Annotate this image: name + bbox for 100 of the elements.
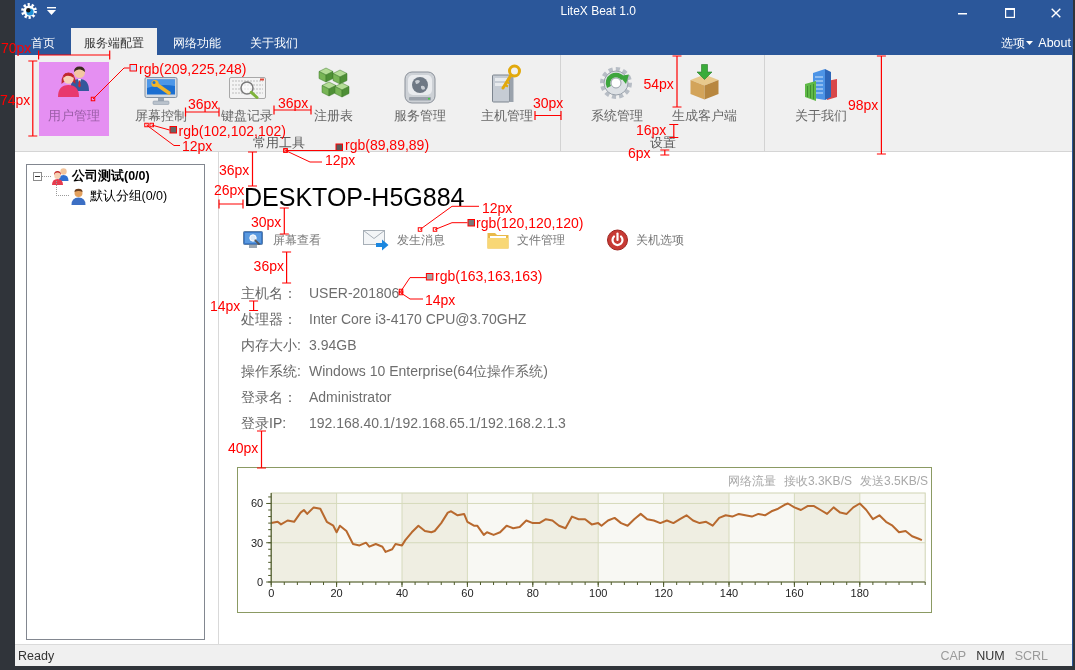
dimension-line <box>534 110 562 121</box>
chart-title: 网络流量 <box>727 473 776 488</box>
cubes-icon <box>316 67 351 98</box>
group-label: 设置 <box>649 136 676 150</box>
tree-item[interactable]: 公司测试(0/0) <box>51 167 150 185</box>
ribbon-button[interactable]: 系统管理 <box>591 65 643 123</box>
axis-tick-label: 30 <box>250 536 264 549</box>
color-code-label: rgb(102,102,102) <box>178 123 286 138</box>
measurement-label: 40px <box>228 441 259 455</box>
measurement-label: 12px <box>482 201 513 215</box>
measurement-label: 26px <box>214 182 245 197</box>
caret-icon <box>1026 40 1034 45</box>
detail-label: 登录名： <box>241 388 298 405</box>
box-download-icon <box>688 64 720 100</box>
detail-value: 3.94GB <box>309 336 357 353</box>
detail-value: USER-201806 <box>309 284 400 301</box>
options-menu[interactable]: 选项 <box>1001 35 1034 50</box>
action-button[interactable]: 关机选项 <box>607 230 684 250</box>
ribbon-button[interactable]: 注册表 <box>314 67 353 123</box>
power-icon <box>607 229 628 251</box>
measurement-label: 70px <box>1 41 32 55</box>
measurement-label: 36px <box>188 97 219 111</box>
detail-label: 主机名： <box>241 284 298 301</box>
axis-tick-label: 100 <box>589 586 608 599</box>
dimension-line <box>256 430 267 469</box>
measurement-label: 16px <box>636 123 667 137</box>
dimension-line <box>247 151 258 187</box>
axis-tick-label: 80 <box>526 586 539 599</box>
measurement-label: 36px <box>219 163 250 177</box>
folder-icon <box>487 231 509 249</box>
key-indicator: SCRL <box>1014 648 1048 663</box>
maximize-icon <box>1004 7 1015 18</box>
detail-label: 登录IP: <box>241 414 288 431</box>
detail-value: Windows 10 Enterprise(64位操作系统) <box>309 362 548 379</box>
globe-drive-icon <box>404 71 436 104</box>
leader-line <box>90 67 130 102</box>
keyboard-magnifier-icon <box>228 77 266 99</box>
axis-tick-label: 160 <box>785 586 804 599</box>
action-button[interactable]: 文件管理 <box>487 230 565 250</box>
minimize-icon <box>958 13 967 15</box>
measurement-label: 36px <box>278 95 309 110</box>
user-icon <box>70 187 86 205</box>
measurement-label: 6px <box>628 145 651 160</box>
user-group-icon <box>56 64 92 97</box>
ribbon-button[interactable]: 关于我们 <box>795 67 847 123</box>
axis-tick-label: 180 <box>850 586 869 599</box>
measurement-label: 30px <box>533 95 564 110</box>
key-indicator: NUM <box>976 648 1005 663</box>
window-title: LiteX Beat 1.0 <box>560 4 636 18</box>
collapse-icon[interactable] <box>33 171 42 181</box>
detail-label: 操作系统: <box>241 362 302 379</box>
axis-tick-label: 60 <box>461 586 474 599</box>
measurement-label: 36px <box>253 259 284 273</box>
color-code-label: rgb(89,89,89) <box>345 137 430 152</box>
ribbon-button[interactable]: 主机管理 <box>480 64 533 123</box>
monitor-wrench-icon <box>143 77 178 105</box>
detail-value: Inter Core i3-4170 CPU@3.70GHZ <box>309 310 527 327</box>
axis-tick-label: 60 <box>250 496 264 509</box>
measurement-label: 14px <box>425 292 456 307</box>
axis-tick-label: 40 <box>395 586 409 599</box>
dimension-line <box>218 198 244 210</box>
about-link[interactable]: About <box>1038 35 1071 50</box>
dimension-line <box>659 149 670 156</box>
action-button[interactable]: 屏幕查看 <box>243 230 321 250</box>
measurement-label: 30px <box>251 215 282 229</box>
ribbon-button[interactable]: 服务管理 <box>394 71 446 123</box>
monitor-magnifier-icon <box>243 231 265 249</box>
ribbon-tab[interactable]: 服务端配置 <box>71 28 157 55</box>
measurement-label: 74px <box>0 93 31 107</box>
measurement-label: 54px <box>643 77 674 91</box>
server-key-icon <box>491 64 522 103</box>
ribbon-tab[interactable]: 首页 <box>31 36 55 50</box>
detail-value: 192.168.40.1/192.168.65.1/192.168.2.1.3 <box>309 414 566 431</box>
axis-tick-label: 0 <box>257 575 264 588</box>
status-text: Ready <box>18 648 55 663</box>
axis-tick-label: 0 <box>268 586 275 599</box>
ribbon-button[interactable]: 键盘记录 <box>221 77 273 123</box>
measurement-label: 98px <box>848 98 879 112</box>
close-icon <box>1051 7 1061 18</box>
ribbon-tab[interactable]: 关于我们 <box>250 36 298 50</box>
gear-logo-icon <box>21 3 37 19</box>
axis-tick-label: 120 <box>654 586 673 599</box>
ribbon-tab[interactable]: 网络功能 <box>173 36 221 50</box>
detail-value: Administrator <box>309 388 392 405</box>
action-button[interactable]: 发生消息 <box>363 230 445 250</box>
receive-rate: 接收3.3KB/S <box>783 473 852 488</box>
detail-label: 内存大小: <box>241 336 302 353</box>
measurement-label: 12px <box>182 139 213 153</box>
people-icon <box>51 167 70 185</box>
dimension-line <box>248 300 259 312</box>
color-code-label: rgb(163,163,163) <box>435 269 543 283</box>
measurement-label: 12px <box>325 153 356 167</box>
host-name: DESKTOP-H5G884 <box>244 183 465 211</box>
color-code-label: rgb(120,120,120) <box>476 215 584 230</box>
tree-item[interactable]: 默认分组(0/0) <box>70 187 168 205</box>
buildings-icon <box>804 67 838 102</box>
detail-label: 处理器： <box>241 310 298 327</box>
measurement-label: 14px <box>210 299 241 313</box>
axis-tick-label: 20 <box>330 586 343 599</box>
dropdown-arrow-icon[interactable] <box>46 7 56 15</box>
